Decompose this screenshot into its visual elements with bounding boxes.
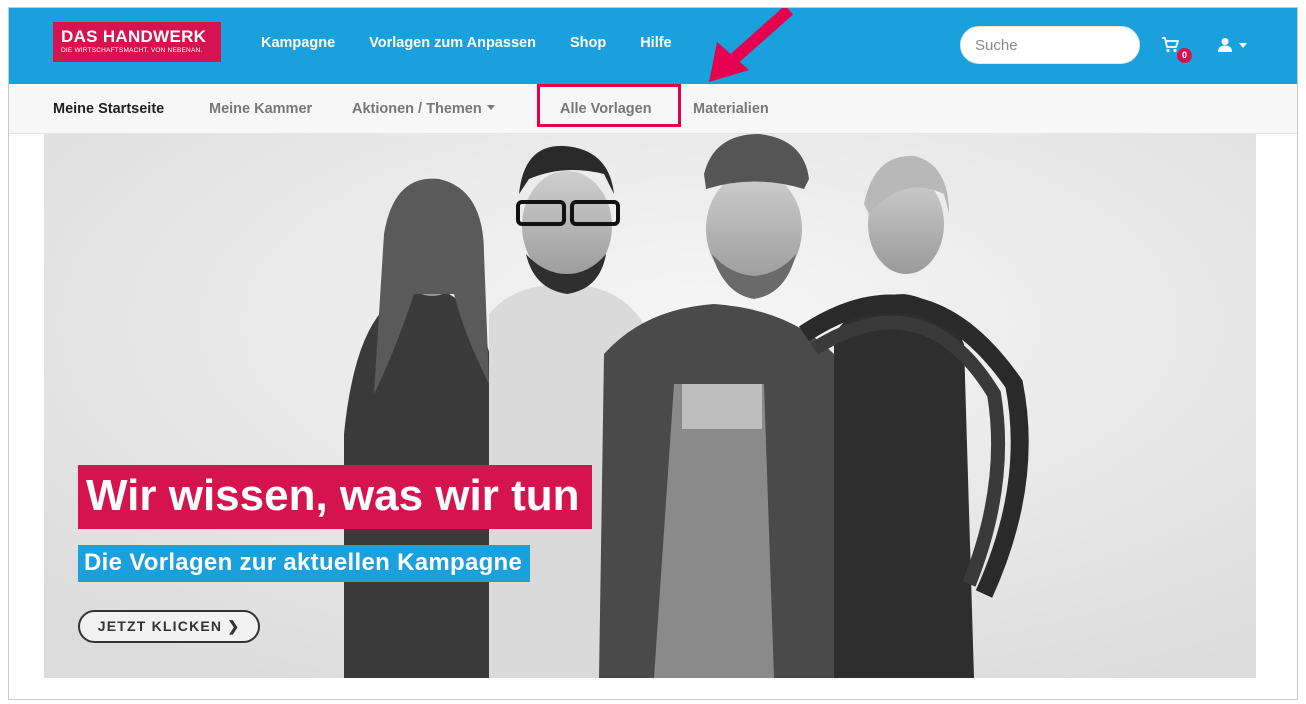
user-menu-button[interactable] xyxy=(1217,37,1257,57)
topnav-hilfe[interactable]: Hilfe xyxy=(640,35,671,51)
cart-count-badge: 0 xyxy=(1177,48,1192,63)
chevron-down-icon xyxy=(486,105,495,110)
subnav-materialien[interactable]: Materialien xyxy=(693,101,769,117)
hero-photo xyxy=(44,134,1256,678)
annotation-arrow xyxy=(709,8,793,82)
hero-headline: Wir wissen, was wir tun xyxy=(78,465,592,529)
brand-logo-title: DAS HANDWERK xyxy=(61,27,207,46)
subnav-aktionen-themen-label: Aktionen / Themen xyxy=(352,101,482,117)
subnav-aktionen-themen[interactable]: Aktionen / Themen xyxy=(352,101,495,117)
topnav-vorlagen-anpassen[interactable]: Vorlagen zum Anpassen xyxy=(369,35,536,51)
subnav-meine-startseite[interactable]: Meine Startseite xyxy=(53,101,164,117)
chevron-down-icon xyxy=(1239,43,1247,48)
topnav-shop[interactable]: Shop xyxy=(570,35,606,51)
jetzt-klicken-button[interactable]: JETZT KLICKEN ❯ xyxy=(78,610,260,643)
top-navbar: DAS HANDWERK DIE WIRTSCHAFTSMACHT. VON N… xyxy=(9,8,1297,84)
cart-button[interactable]: 0 xyxy=(1161,36,1193,66)
search-input[interactable] xyxy=(960,26,1140,64)
browser-frame: DAS HANDWERK DIE WIRTSCHAFTSMACHT. VON N… xyxy=(8,7,1298,700)
user-icon xyxy=(1218,38,1232,52)
brand-logo-subtitle: DIE WIRTSCHAFTSMACHT. VON NEBENAN. xyxy=(61,47,203,54)
hero-subline: Die Vorlagen zur aktuellen Kampagne xyxy=(78,545,531,582)
subnav-meine-kammer[interactable]: Meine Kammer xyxy=(209,101,312,117)
annotation-highlight-box xyxy=(537,84,681,127)
hero-banner[interactable]: Wir wissen, was wir tun Die Vorlagen zur… xyxy=(44,134,1256,678)
brand-logo[interactable]: DAS HANDWERK DIE WIRTSCHAFTSMACHT. VON N… xyxy=(53,22,221,62)
topnav-kampagne[interactable]: Kampagne xyxy=(261,35,335,51)
top-nav: Kampagne Vorlagen zum Anpassen Shop Hilf… xyxy=(261,35,706,51)
